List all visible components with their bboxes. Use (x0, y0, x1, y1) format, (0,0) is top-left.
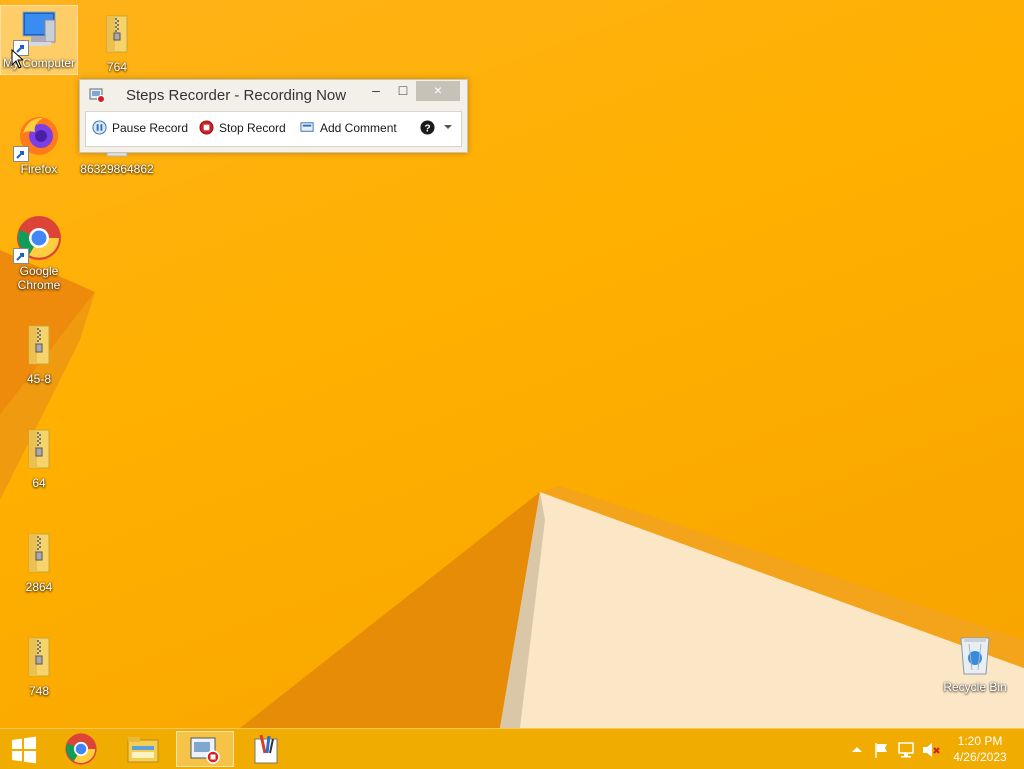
recorder-toolbar: Pause Record Stop Record Add Comment ? (85, 111, 462, 147)
desktop-icon-64[interactable]: 64 (1, 426, 77, 490)
start-button[interactable] (0, 731, 48, 767)
taskbar-file-explorer[interactable] (114, 731, 172, 767)
icon-label: 764 (106, 60, 128, 74)
paint-icon (254, 734, 278, 764)
computer-icon (13, 6, 63, 56)
action-center-flag-icon[interactable] (873, 741, 891, 759)
icon-label: 2864 (25, 580, 53, 594)
stop-record-button[interactable]: Stop Record (199, 120, 286, 138)
zip-folder-icon (15, 426, 63, 474)
mouse-cursor-icon (11, 49, 23, 69)
add-comment-label: Add Comment (320, 120, 397, 135)
desktop-icon-764[interactable]: 764 (79, 10, 155, 74)
speaker-muted-icon[interactable] (921, 741, 941, 759)
icon-label: Google Chrome (17, 264, 61, 292)
desktop[interactable]: My Computer 764 Firefox 86329864862 Goog… (0, 0, 1024, 728)
icon-label: 748 (28, 684, 50, 698)
zip-folder-icon (15, 530, 63, 578)
icon-label: 45-8 (26, 372, 52, 386)
steps-recorder-app-icon (89, 88, 105, 103)
windows-logo-icon (12, 736, 36, 764)
help-icon: ? (420, 120, 435, 135)
clock-date: 4/26/2023 (953, 750, 1007, 764)
icon-label: 64 (32, 476, 46, 490)
close-button[interactable]: × (416, 81, 460, 101)
desktop-icon-firefox[interactable]: Firefox (1, 112, 77, 176)
zip-folder-icon (15, 634, 63, 682)
comment-icon (300, 122, 314, 133)
steps-recorder-icon (190, 737, 220, 764)
help-button[interactable]: ? (420, 120, 440, 138)
svg-text:?: ? (424, 124, 430, 135)
firefox-icon (13, 112, 63, 162)
clock[interactable]: 1:20 PM 4/26/2023 (940, 733, 1020, 765)
icon-label: Recycle Bin (943, 680, 1007, 694)
file-explorer-icon (127, 737, 159, 763)
taskbar: 1:20 PM 4/26/2023 (0, 728, 1024, 769)
chevron-down-icon (444, 125, 452, 129)
desktop-icon-748[interactable]: 748 (1, 634, 77, 698)
shortcut-arrow-icon (13, 248, 29, 264)
pause-record-label: Pause Record (112, 120, 189, 135)
stop-record-label: Stop Record (219, 120, 286, 135)
shortcut-arrow-icon (13, 146, 29, 162)
stop-icon (199, 120, 214, 135)
chrome-icon (65, 733, 97, 765)
zip-folder-icon (93, 10, 141, 58)
desktop-icon-45-8[interactable]: 45-8 (1, 322, 77, 386)
taskbar-chrome[interactable] (52, 731, 110, 767)
clock-time: 1:20 PM (957, 734, 1003, 748)
help-dropdown[interactable] (443, 121, 453, 139)
title-bar[interactable]: Steps Recorder - Recording Now – □ × (80, 80, 467, 108)
maximize-button[interactable]: □ (389, 81, 417, 101)
show-hidden-icons-icon[interactable] (851, 744, 863, 754)
pause-record-button[interactable]: Pause Record (92, 120, 188, 138)
icon-label: 86329864862 (80, 162, 154, 176)
add-comment-button[interactable]: Add Comment (300, 120, 397, 138)
steps-recorder-window[interactable]: Steps Recorder - Recording Now – □ × Pau… (79, 79, 468, 153)
icon-label: Firefox (20, 162, 58, 176)
desktop-icon-2864[interactable]: 2864 (1, 530, 77, 594)
recycle-bin-icon (951, 630, 999, 678)
pause-icon (92, 120, 107, 135)
taskbar-paint[interactable] (238, 731, 296, 767)
zip-folder-icon (15, 322, 63, 370)
desktop-icon-recycle-bin[interactable]: Recycle Bin (937, 630, 1013, 694)
chrome-icon (13, 214, 63, 264)
taskbar-steps-recorder[interactable] (176, 731, 234, 767)
network-icon[interactable] (897, 741, 917, 759)
window-title: Steps Recorder - Recording Now (126, 87, 347, 104)
minimize-button[interactable]: – (362, 81, 390, 101)
desktop-icon-google-chrome[interactable]: Google Chrome (1, 214, 77, 292)
